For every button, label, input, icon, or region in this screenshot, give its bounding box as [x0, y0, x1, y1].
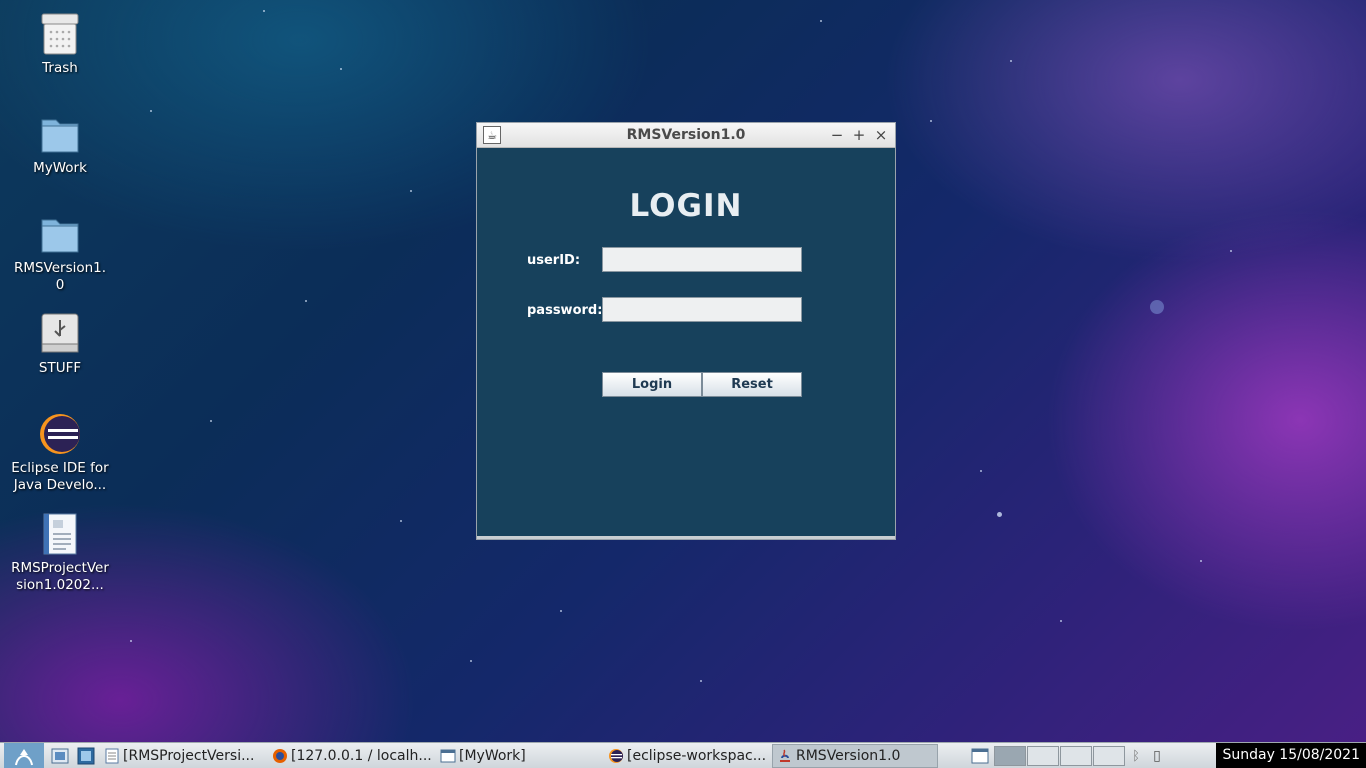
show-desktop-icon: [51, 748, 69, 763]
folder-icon: [41, 119, 79, 153]
window-list-icon: [971, 748, 989, 764]
workspace-4[interactable]: [1093, 746, 1125, 766]
window-icon: [440, 749, 456, 762]
eclipse-icon: [609, 748, 623, 763]
desktop-icon-stuff[interactable]: STUFF: [10, 312, 110, 377]
file-manager-icon: [77, 747, 95, 764]
desktop-icon-label: STUFF: [38, 360, 82, 376]
window-list-button[interactable]: [968, 745, 992, 767]
folder-icon: [41, 219, 79, 253]
close-button[interactable]: ×: [872, 125, 890, 145]
task-label: [MyWork]: [459, 747, 526, 764]
document-icon: [43, 513, 77, 555]
battery-icon[interactable]: ▯: [1146, 748, 1168, 764]
window-bottom-edge: [477, 536, 895, 539]
taskbar: [RMSProjectVersi... [127.0.0.1 / localh.…: [0, 742, 1366, 768]
workspace-3[interactable]: [1060, 746, 1092, 766]
show-desktop-button[interactable]: [48, 745, 72, 767]
task-localhost[interactable]: [127.0.0.1 / localh...: [268, 744, 434, 768]
maximize-button[interactable]: +: [850, 125, 868, 145]
workspace-2[interactable]: [1027, 746, 1059, 766]
firefox-icon: [273, 748, 287, 763]
password-input[interactable]: [602, 297, 802, 322]
eclipse-icon: [40, 414, 80, 454]
usb-drive-icon: [41, 313, 79, 353]
file-manager-launcher[interactable]: [74, 745, 98, 767]
task-label: [eclipse-workspac...: [627, 747, 767, 764]
desktop-icon-label: RMSVersion1.0: [13, 260, 107, 293]
desktop-icon-rmsproject[interactable]: RMSProjectVersion1.0202...: [10, 512, 110, 594]
desktop-icon-rmsversion[interactable]: RMSVersion1.0: [10, 212, 110, 294]
desktop-icon-label: Trash: [42, 60, 78, 76]
task-mywork[interactable]: [MyWork]: [436, 744, 602, 768]
userid-label: userID:: [527, 253, 581, 268]
desktop-icon-trash[interactable]: Trash: [10, 12, 110, 77]
bluetooth-icon[interactable]: ᛒ: [1126, 749, 1146, 764]
window-titlebar[interactable]: ☕ RMSVersion1.0 − + ×: [477, 123, 895, 148]
userid-input[interactable]: [602, 247, 802, 272]
task-rmsproject[interactable]: [RMSProjectVersi...: [100, 744, 266, 768]
desktop-icon-label: Eclipse IDE for Java Develo...: [11, 460, 109, 493]
login-panel: LOGIN userID: password: Login Reset: [477, 148, 895, 538]
trash-icon: [41, 13, 79, 55]
document-icon: [105, 748, 119, 763]
task-label: [RMSProjectVersi...: [123, 747, 255, 764]
system-tray: ᛒ ▯: [968, 743, 1168, 768]
login-button[interactable]: Login: [602, 372, 702, 397]
java-icon: [780, 748, 790, 762]
clock[interactable]: Sunday 15/08/2021: [1216, 743, 1366, 768]
task-label: [127.0.0.1 / localh...: [291, 747, 432, 764]
workspace-1[interactable]: [994, 746, 1026, 766]
desktop-icon-eclipse[interactable]: Eclipse IDE for Java Develo...: [10, 412, 110, 494]
minimize-button[interactable]: −: [828, 125, 846, 145]
task-rmsversion[interactable]: RMSVersion1.0: [772, 743, 938, 768]
login-heading: LOGIN: [629, 188, 743, 224]
reset-button[interactable]: Reset: [702, 372, 802, 397]
desktop-icon-label: MyWork: [33, 160, 87, 176]
desktop-icon-label: RMSProjectVersion1.0202...: [11, 560, 109, 593]
login-window: ☕ RMSVersion1.0 − + × LOGIN userID: pass…: [476, 122, 896, 540]
task-label: RMSVersion1.0: [796, 747, 901, 764]
password-label: password:: [527, 303, 603, 318]
desktop-icon-mywork[interactable]: MyWork: [10, 112, 110, 177]
start-menu-button[interactable]: [0, 742, 48, 768]
task-eclipse[interactable]: [eclipse-workspac...: [604, 744, 770, 768]
start-menu-icon: [4, 742, 44, 768]
